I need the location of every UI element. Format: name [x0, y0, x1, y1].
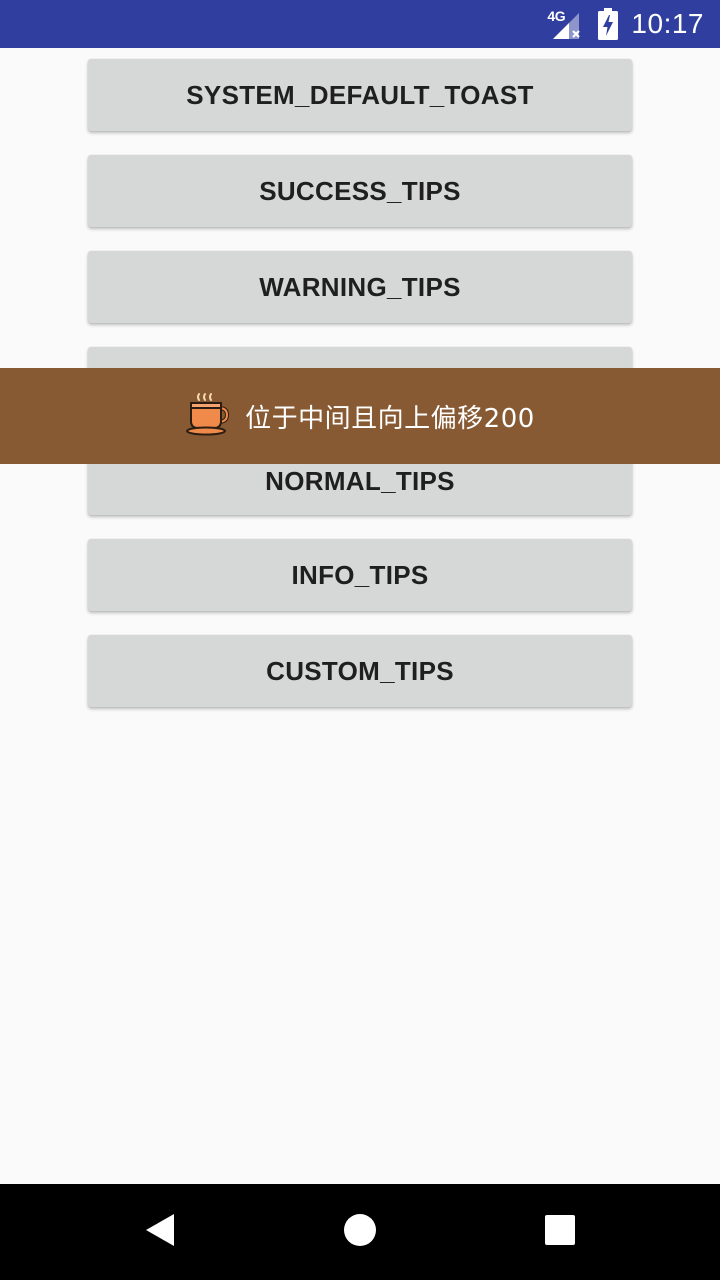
status-icons: 4G 10:17: [547, 0, 704, 48]
warning-tips-button[interactable]: WARNING_TIPS: [88, 251, 632, 323]
custom-tips-button[interactable]: CUSTOM_TIPS: [88, 635, 632, 707]
battery-charging-icon: [597, 8, 619, 40]
info-tips-button[interactable]: INFO_TIPS: [88, 539, 632, 611]
back-icon: [144, 1213, 176, 1251]
recents-icon: [545, 1215, 575, 1249]
system-default-toast-button[interactable]: SYSTEM_DEFAULT_TOAST: [88, 59, 632, 131]
signal-icon: 4G: [547, 9, 585, 39]
navigation-bar: [0, 1184, 720, 1280]
coffee-cup-icon: [185, 392, 231, 440]
status-bar: 4G 10:17: [0, 0, 720, 48]
back-button[interactable]: [112, 1184, 208, 1280]
recents-button[interactable]: [512, 1184, 608, 1280]
success-tips-button[interactable]: SUCCESS_TIPS: [88, 155, 632, 227]
status-clock: 10:17: [631, 8, 704, 39]
home-button[interactable]: [312, 1184, 408, 1280]
home-icon: [343, 1213, 377, 1251]
toast-text: 位于中间且向上偏移200: [245, 403, 535, 434]
toast-message: 位于中间且向上偏移200: [0, 368, 720, 464]
